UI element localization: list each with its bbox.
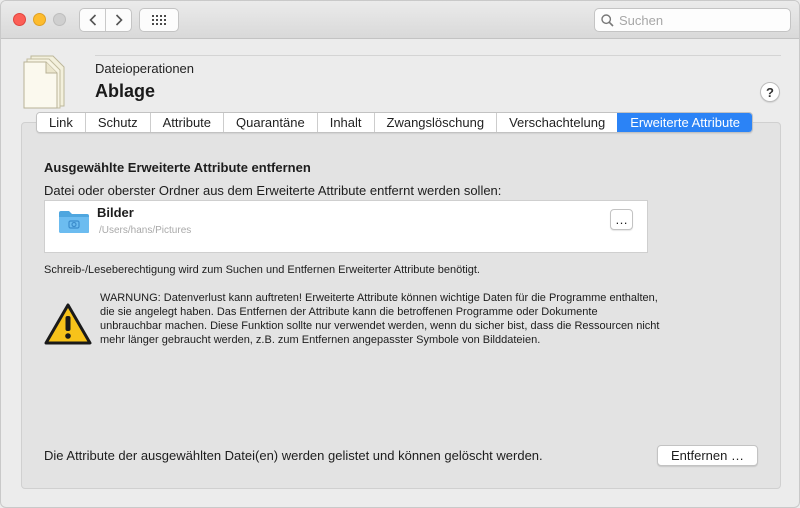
help-button[interactable]: ? <box>760 82 780 102</box>
pane-subtitle: Dateioperationen <box>95 61 195 76</box>
tab-verschachtelung[interactable]: Verschachtelung <box>496 113 618 132</box>
tab-erweiterte-attribute[interactable]: Erweiterte Attribute <box>617 113 753 132</box>
minimize-window-button[interactable] <box>33 13 46 26</box>
search-field[interactable] <box>594 8 791 32</box>
forward-button[interactable] <box>105 9 131 31</box>
grid-icon <box>152 15 166 25</box>
file-drop-box[interactable]: Bilder /Users/hans/Pictures … <box>44 200 648 253</box>
search-icon <box>601 13 614 27</box>
permission-note: Schreib-/Leseberechtigung wird zum Suche… <box>44 264 480 276</box>
footer-text: Die Attribute der ausgewählten Datei(en)… <box>44 448 543 463</box>
section-title: Ausgewählte Erweiterte Attribute entfern… <box>44 160 311 175</box>
remove-button[interactable]: Entfernen … <box>657 445 758 466</box>
file-name: Bilder <box>97 205 134 220</box>
tab-quarantaene[interactable]: Quarantäne <box>223 113 317 132</box>
tab-bar: Link Schutz Attribute Quarantäne Inhalt … <box>36 112 754 133</box>
tab-link[interactable]: Link <box>37 113 85 132</box>
warning-icon <box>44 303 92 345</box>
pane-title: Ablage <box>95 81 156 101</box>
app-window: Dateioperationen Ablage ? Link Schutz At… <box>0 0 800 508</box>
document-icon <box>23 55 65 109</box>
zoom-window-button[interactable] <box>53 13 66 26</box>
header-divider <box>95 55 781 56</box>
warning-text: WARNUNG: Datenverlust kann auftreten! Er… <box>100 292 660 346</box>
choose-file-button[interactable]: … <box>610 209 633 230</box>
show-all-button[interactable] <box>139 8 179 32</box>
tab-zwangsloeschung[interactable]: Zwangslöschung <box>373 113 497 132</box>
close-window-button[interactable] <box>13 13 26 26</box>
chevron-left-icon <box>88 14 96 26</box>
pictures-folder-icon <box>59 211 89 233</box>
tab-attribute[interactable]: Attribute <box>149 113 224 132</box>
tab-schutz[interactable]: Schutz <box>84 113 150 132</box>
tab-inhalt[interactable]: Inhalt <box>316 113 374 132</box>
file-path: /Users/hans/Pictures <box>99 225 192 236</box>
search-input[interactable] <box>619 12 779 28</box>
navigation-group <box>79 8 132 32</box>
title-bar <box>1 1 799 39</box>
chevron-right-icon <box>115 14 123 26</box>
back-button[interactable] <box>80 9 105 31</box>
section-description: Datei oder oberster Ordner aus dem Erwei… <box>44 183 502 198</box>
